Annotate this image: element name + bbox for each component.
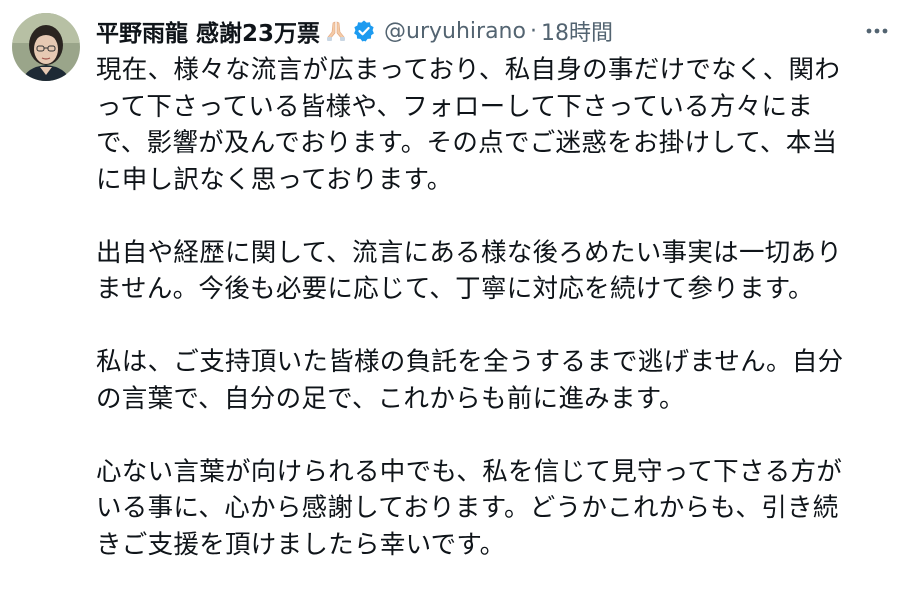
- text-line: 心ない言葉が向けられる中でも、私を信じて見守って下さる方が: [96, 456, 843, 487]
- separator-dot: ·: [529, 18, 537, 44]
- text-line: に申し訳なく思っております。: [96, 164, 453, 195]
- text-line: 出自や経歴に関して、流言にある様な後ろめたい事実は一切あり: [96, 237, 843, 268]
- text-line: 現在、様々な流言が広まっており、私自身の事だけでなく、関わ: [96, 55, 841, 85]
- more-options-icon[interactable]: [862, 16, 892, 46]
- text-line: いる事に、心から感謝しております。どうかこれからも、引き続: [96, 493, 839, 523]
- timestamp[interactable]: 18時間: [541, 15, 613, 47]
- tweet: 平野雨龍 感謝23万票 @uryuhirano · 18時間 現在、様々な流言が…: [0, 0, 912, 583]
- user-handle[interactable]: @uryuhirano: [384, 19, 526, 44]
- avatar-photo: [12, 13, 80, 81]
- tweet-text: 現在、様々な流言が広まっており、私自身の事だけでなく、関わ って下さっている皆様…: [96, 52, 876, 600]
- verified-badge-icon: [352, 19, 376, 43]
- tweet-header: 平野雨龍 感謝23万票 @uryuhirano · 18時間: [96, 14, 892, 48]
- text-line: きご支援を頂けましたら幸いです。: [96, 529, 506, 560]
- text-line: って下さっている皆様や、フォローして下さっている方々にま: [96, 91, 814, 122]
- text-line: の言葉で、自分の足で、これからも前に進みます。: [96, 383, 685, 414]
- text-line: で、影響が及んでおります。その点でご迷惑をお掛けして、本当: [96, 128, 838, 158]
- display-name[interactable]: 平野雨龍 感謝23万票: [96, 14, 320, 48]
- paragraph: 現在、様々な流言が広まっており、私自身の事だけでなく、関わ って下さっている皆様…: [96, 52, 876, 198]
- paragraph: 出自や経歴に関して、流言にある様な後ろめたい事実は一切あり ません。今後も必要に…: [96, 235, 876, 308]
- avatar[interactable]: [12, 13, 80, 81]
- praying-hands-icon: [324, 19, 348, 43]
- text-line: 私は、ご支持頂いた皆様の負託を全うするまで逃げません。自分: [96, 347, 844, 377]
- paragraph: 心ない言葉が向けられる中でも、私を信じて見守って下さる方が いる事に、心から感謝…: [96, 454, 876, 564]
- paragraph: 私は、ご支持頂いた皆様の負託を全うするまで逃げません。自分 の言葉で、自分の足で…: [96, 344, 876, 417]
- text-line: ません。今後も必要に応じて、丁寧に対応を続けて参ります。: [96, 274, 814, 304]
